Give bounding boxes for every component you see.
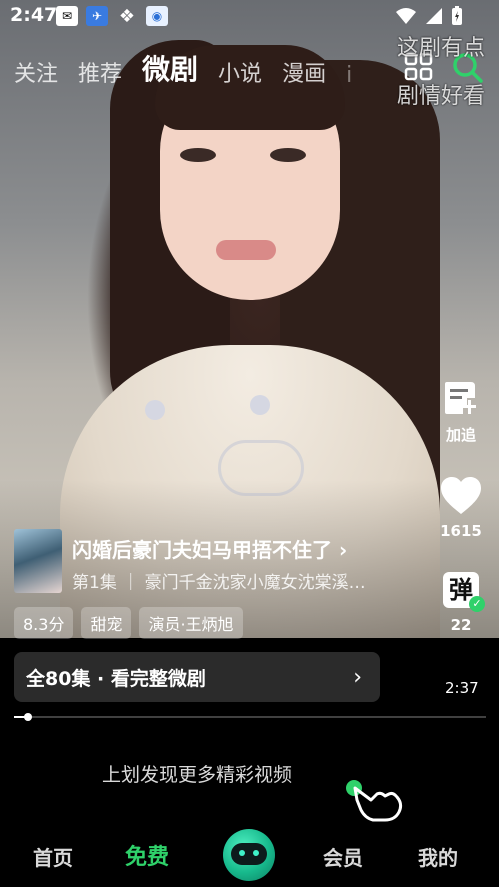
status-app-icons: ✉ ✈ ❖ ◉: [56, 5, 168, 27]
follow-drama-button[interactable]: 加追: [436, 378, 486, 445]
status-bar: 2:47 ✉ ✈ ❖ ◉: [0, 0, 499, 32]
like-button[interactable]: 1615: [436, 476, 486, 540]
signal-icon: [426, 8, 442, 24]
heart-icon: [441, 477, 481, 514]
tab-recommend[interactable]: 推荐: [78, 56, 122, 88]
battery-icon: [452, 6, 462, 25]
video-frame-button: [250, 395, 270, 415]
drama-title: 闪婚后豪门夫妇马甲捂不住了: [72, 538, 332, 562]
swipe-up-hint: 上划发现更多精彩视频: [102, 764, 293, 786]
tab-novel[interactable]: 小说: [218, 56, 262, 88]
chevron-right-icon: ›: [338, 538, 348, 562]
check-badge-icon: ✓: [469, 596, 485, 612]
status-system-icons: [395, 6, 463, 26]
like-count: 1615: [440, 522, 482, 540]
status-time: 2:47: [10, 4, 58, 26]
swipe-hand-icon: [346, 780, 403, 822]
progress-knob[interactable]: [24, 713, 33, 721]
nav-mine[interactable]: 我的: [418, 842, 458, 871]
video-frame-button: [145, 400, 165, 420]
chevron-right-icon: ›: [353, 664, 362, 690]
tab-micro-drama[interactable]: 微剧: [142, 48, 198, 88]
mail-icon: ✉: [56, 6, 78, 26]
tab-comics[interactable]: 漫画: [282, 56, 326, 88]
tab-more-truncated[interactable]: i: [346, 63, 352, 88]
danmaku-comment: 剧情好看: [397, 84, 486, 109]
fourleaf-icon: ❖: [118, 5, 136, 27]
drama-poster[interactable]: [14, 529, 62, 593]
genre-tag[interactable]: 甜宠: [81, 607, 132, 639]
bird-icon: ✈: [86, 6, 108, 26]
video-frame-lips: [216, 240, 276, 260]
add-to-list-icon: [445, 382, 476, 414]
robot-eye: [253, 850, 259, 856]
drama-tags: 8.3分 甜宠 演员·王炳旭: [14, 607, 243, 639]
video-duration: 2:37: [445, 679, 479, 697]
progress-bar[interactable]: [14, 713, 486, 721]
nav-home[interactable]: 首页: [33, 842, 73, 871]
nav-free[interactable]: 免费: [125, 839, 169, 871]
wifi-icon: [396, 8, 416, 24]
tab-follow[interactable]: 关注: [14, 56, 58, 88]
drama-title-link[interactable]: 闪婚后豪门夫妇马甲捂不住了 ›: [72, 534, 347, 563]
video-frame-eye: [270, 148, 306, 162]
video-frame-eye: [180, 148, 216, 162]
danmaku-count: 22: [450, 616, 472, 634]
watch-full-label: 全80集 · 看完整微剧: [26, 667, 206, 690]
robot-eye: [239, 850, 245, 856]
drama-episode-synopsis: 第1集 ｜ 豪门千金沈家小魔女沈棠溪…: [72, 573, 366, 593]
danmaku-comment: 这剧有点: [397, 36, 486, 61]
rating-tag[interactable]: 8.3分: [14, 607, 74, 639]
danmaku-icon: 弹 ✓: [443, 572, 485, 612]
top-nav-tabs: 关注 推荐 微剧 小说 漫画 i: [14, 48, 352, 88]
danmaku-button[interactable]: 弹 ✓ 22: [436, 572, 486, 634]
robot-assistant-icon[interactable]: [223, 829, 275, 881]
follow-label: 加追: [445, 426, 476, 444]
watch-full-series-button[interactable]: 全80集 · 看完整微剧 ›: [14, 652, 380, 702]
app-icon: ◉: [146, 6, 168, 26]
robot-visor: [231, 843, 267, 865]
actor-tag[interactable]: 演员·王炳旭: [139, 607, 243, 639]
nav-member[interactable]: 会员: [323, 842, 363, 871]
